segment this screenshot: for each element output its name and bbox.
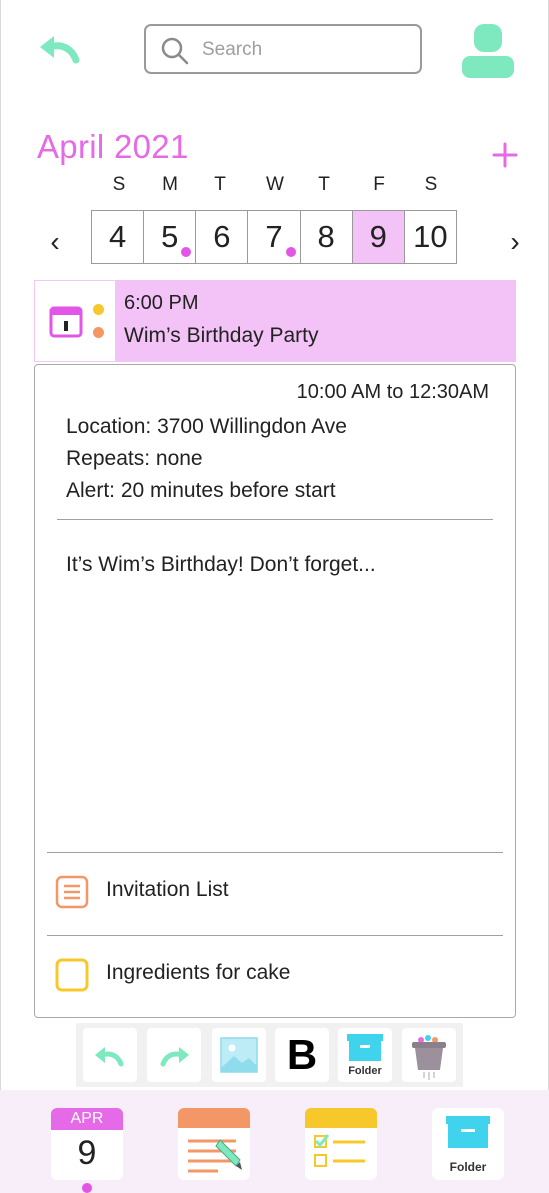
month-title: April 2021 <box>37 128 189 165</box>
list-icon <box>55 875 89 909</box>
bold-button[interactable]: B <box>275 1028 329 1082</box>
day-cell[interactable]: 7 <box>248 211 301 263</box>
day-number: 10 <box>413 219 448 254</box>
undo-button[interactable] <box>83 1028 137 1082</box>
redo-icon <box>160 1047 189 1067</box>
calendar-month-badge: APR <box>51 1108 123 1130</box>
undo-icon <box>95 1047 124 1067</box>
weekday-label: W <box>266 174 284 195</box>
event-icon-box <box>34 280 116 362</box>
weekday-label: T <box>214 174 226 195</box>
left-border <box>0 0 1 1193</box>
day-number: 4 <box>108 219 127 254</box>
calendar-day-number: 9 <box>77 1134 97 1172</box>
user-avatar-icon <box>462 24 514 78</box>
profile-button[interactable] <box>460 24 516 78</box>
attachment-ingredients[interactable]: Ingredients for cake <box>47 936 503 1016</box>
attachment-invitation-list[interactable]: Invitation List <box>47 853 503 933</box>
day-cell[interactable]: 4 <box>92 211 145 263</box>
weekday-label: F <box>373 174 385 195</box>
calendar-icon <box>49 306 83 338</box>
event-details-panel: 10:00 AM to 12:30AM Location: 3700 Willi… <box>34 364 516 1018</box>
day-number: 6 <box>213 219 231 254</box>
prev-week-button[interactable]: ‹ <box>40 226 70 258</box>
event-dot <box>285 247 296 257</box>
event-dot <box>181 247 192 257</box>
weekday-label: T <box>318 174 330 195</box>
event-time: 6:00 PM <box>124 292 199 314</box>
image-icon <box>220 1037 258 1073</box>
event-title: Wim’s Birthday Party <box>124 324 319 347</box>
event-time-range: 10:00 AM to 12:30AM <box>296 381 489 403</box>
insert-image-button[interactable] <box>212 1028 266 1082</box>
search-bar[interactable] <box>144 24 422 74</box>
day-number: 9 <box>369 219 387 254</box>
day-number: 7 <box>265 219 283 254</box>
weekday-label: S <box>424 174 438 195</box>
checklist-icon <box>305 1108 377 1167</box>
folder-button[interactable]: Folder <box>338 1028 392 1082</box>
search-input[interactable] <box>200 34 404 66</box>
back-button[interactable] <box>36 30 82 70</box>
folder-caption: Folder <box>449 1160 487 1174</box>
nav-checklist[interactable] <box>305 1108 377 1180</box>
nav-notes[interactable] <box>178 1108 250 1180</box>
nav-calendar[interactable]: APR 9 <box>51 1108 123 1180</box>
event-location: Location: 3700 Willingdon Ave <box>66 415 347 438</box>
day-cell[interactable]: 8 <box>301 211 353 263</box>
event-card[interactable]: 6:00 PM Wim’s Birthday Party <box>34 280 516 362</box>
day-number: 8 <box>317 219 335 254</box>
folder-caption: Folder <box>348 1065 382 1077</box>
format-toolbar: B Folder <box>76 1023 463 1087</box>
attachment-label: Ingredients for cake <box>106 961 291 984</box>
notepad-pencil-icon <box>178 1108 250 1173</box>
day-cell[interactable]: 10 <box>405 211 456 263</box>
day-cell[interactable]: 5 <box>144 211 197 263</box>
plus-icon <box>492 142 518 168</box>
day-number: 5 <box>161 219 179 254</box>
attachment-label: Invitation List <box>106 878 229 901</box>
trash-icon <box>412 1035 446 1080</box>
add-event-button[interactable] <box>490 140 520 170</box>
active-tab-indicator <box>82 1183 92 1193</box>
back-arrow-icon <box>40 36 80 64</box>
orange-tag-dot <box>93 327 104 338</box>
redo-button[interactable] <box>147 1028 201 1082</box>
search-icon <box>161 37 189 65</box>
weekday-label: S <box>112 174 126 195</box>
bottom-nav: APR 9 Folder <box>0 1090 549 1193</box>
weekday-label: M <box>162 174 178 195</box>
week-strip: 4 5 6 7 8 9 10 <box>91 210 457 264</box>
nav-folder[interactable]: Folder <box>432 1108 504 1180</box>
checkbox-icon <box>55 958 89 992</box>
event-repeats: Repeats: none <box>66 447 203 470</box>
event-alert: Alert: 20 minutes before start <box>66 479 336 502</box>
delete-button[interactable] <box>402 1028 456 1082</box>
day-cell-selected[interactable]: 9 <box>352 211 405 263</box>
next-week-button[interactable]: › <box>500 226 530 258</box>
day-cell[interactable]: 6 <box>196 211 249 263</box>
yellow-tag-dot <box>93 304 104 315</box>
divider <box>57 519 493 520</box>
event-note[interactable]: It’s Wim’s Birthday! Don’t forget... <box>66 553 376 577</box>
